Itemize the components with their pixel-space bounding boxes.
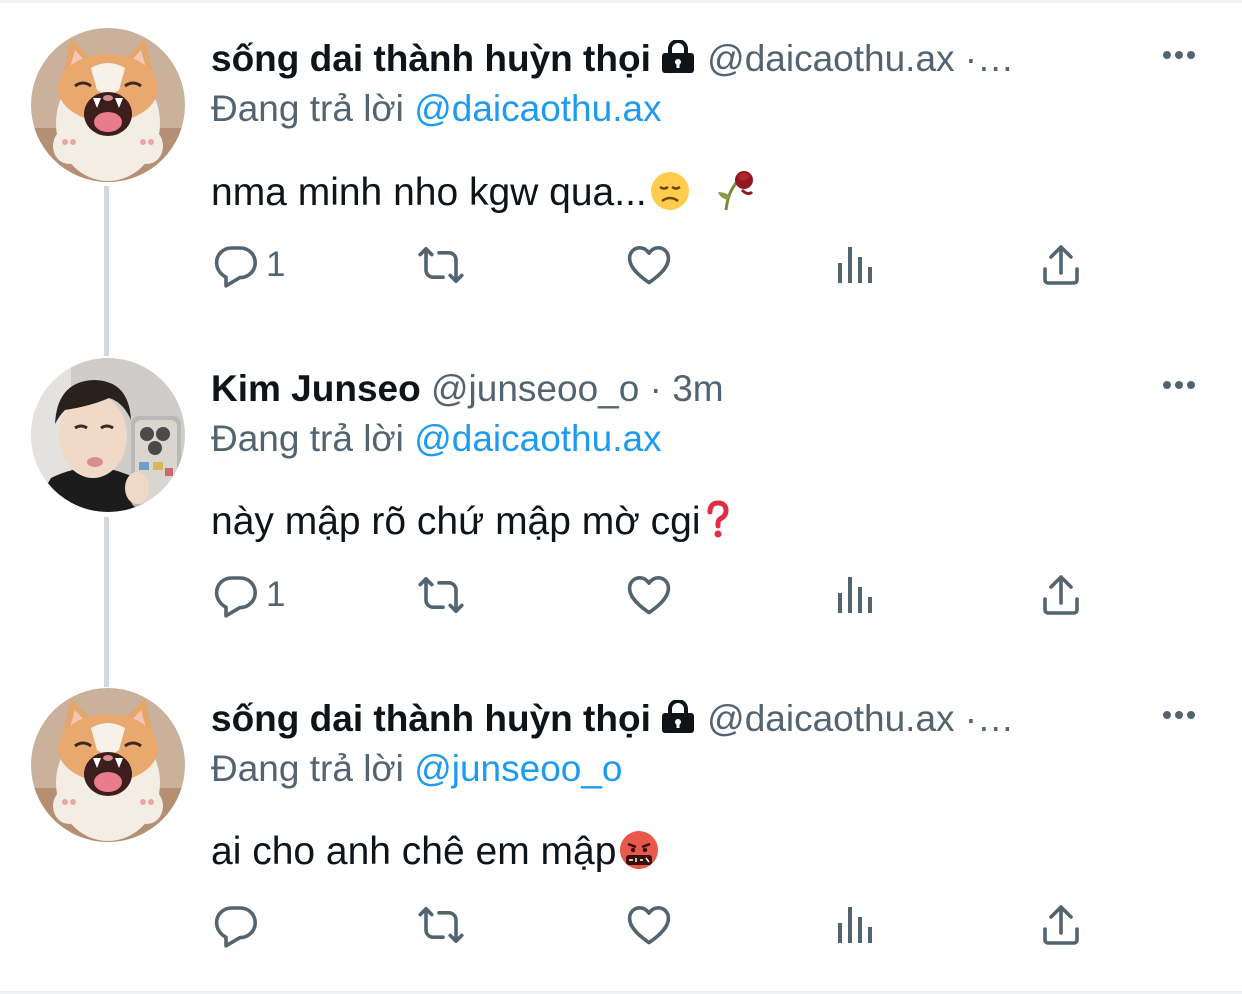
views-button[interactable]	[832, 890, 880, 960]
share-button[interactable]	[1037, 230, 1085, 300]
share-icon	[1043, 575, 1079, 615]
replying-to: Đang trả lời @junseoo_o	[211, 744, 623, 794]
share-button[interactable]	[1037, 560, 1085, 630]
tweet-header: sống dai thành huỳn thọi @daicaothu.ax ·…	[211, 34, 1171, 87]
separator: ·	[954, 38, 978, 79]
like-button[interactable]	[625, 890, 673, 960]
display-name[interactable]: Kim Junseo	[211, 368, 421, 409]
wilted-flower-icon	[712, 166, 758, 226]
share-icon	[1043, 245, 1079, 285]
separator: ·	[639, 368, 673, 409]
timestamp[interactable]: 3m	[672, 368, 723, 409]
lock-icon	[659, 37, 697, 87]
face-with-symbols-icon	[618, 829, 660, 885]
tweet[interactable]: sống dai thành huỳn thọi @daicaothu.ax ·…	[0, 0, 1242, 330]
share-button[interactable]	[1037, 890, 1085, 960]
views-button[interactable]	[832, 560, 880, 630]
mention-link[interactable]: @daicaothu.ax	[414, 418, 661, 459]
like-icon	[627, 906, 671, 945]
like-button[interactable]	[625, 560, 673, 630]
red-question-mark-icon	[703, 499, 733, 555]
tweet-header: Kim Junseo @junseoo_o · 3m	[211, 364, 1171, 414]
replying-prefix: Đang trả lời	[211, 418, 404, 459]
avatar[interactable]	[31, 688, 185, 842]
tweet[interactable]: sống dai thành huỳn thọi @daicaothu.ax ·…	[0, 660, 1242, 990]
reply-button[interactable]: 1	[212, 230, 285, 300]
retweet-button[interactable]	[417, 560, 465, 630]
retweet-button[interactable]	[417, 890, 465, 960]
replying-prefix: Đang trả lời	[211, 748, 404, 789]
mention-link[interactable]: @daicaothu.ax	[414, 88, 661, 129]
replying-to: Đang trả lời @daicaothu.ax	[211, 414, 662, 464]
more-icon[interactable]	[1158, 40, 1200, 70]
reply-button[interactable]	[212, 890, 266, 960]
retweet-icon	[418, 907, 464, 943]
disappointed-face-icon	[649, 170, 691, 226]
retweet-icon	[418, 247, 464, 283]
reply-icon	[214, 246, 257, 288]
tweet[interactable]: Kim Junseo @junseoo_o · 3m Đang trả lời …	[0, 330, 1242, 660]
tweet-header: sống dai thành huỳn thọi @daicaothu.ax ·…	[211, 694, 1171, 747]
more-icon[interactable]	[1158, 370, 1200, 400]
replying-prefix: Đang trả lời	[211, 88, 404, 129]
share-icon	[1043, 905, 1079, 945]
cat-avatar-image	[31, 28, 185, 182]
action-bar	[0, 890, 1242, 960]
like-icon	[627, 246, 671, 285]
avatar[interactable]	[31, 28, 185, 182]
views-icon	[838, 247, 872, 283]
tweet-text-content: này mập rõ chứ mập mờ cgi	[211, 500, 701, 543]
truncation: …	[977, 698, 1015, 739]
reply-button[interactable]: 1	[212, 560, 285, 630]
reply-count: 1	[266, 245, 286, 284]
tweet-text-content: ai cho anh chê em mập	[211, 830, 617, 873]
like-button[interactable]	[625, 230, 673, 300]
reply-icon	[214, 576, 257, 618]
views-icon	[838, 577, 872, 613]
handle[interactable]: @daicaothu.ax	[707, 38, 954, 79]
tweet-text: này mập rõ chứ mập mờ cgi	[211, 496, 733, 555]
retweet-icon	[418, 577, 464, 613]
views-icon	[838, 907, 872, 943]
handle[interactable]: @daicaothu.ax	[707, 698, 954, 739]
like-icon	[627, 576, 671, 615]
mention-link[interactable]: @junseoo_o	[414, 748, 622, 789]
avatar[interactable]	[31, 358, 185, 512]
cat-avatar-image	[31, 688, 185, 842]
action-bar: 1	[0, 230, 1242, 300]
display-name[interactable]: sống dai thành huỳn thọi	[211, 698, 651, 739]
tweet-text: ai cho anh chê em mập	[211, 826, 660, 885]
action-bar: 1	[0, 560, 1242, 630]
replying-to: Đang trả lời @daicaothu.ax	[211, 84, 662, 134]
handle[interactable]: @junseoo_o	[431, 368, 639, 409]
more-icon[interactable]	[1158, 700, 1200, 730]
person-avatar-image	[31, 358, 185, 512]
retweet-button[interactable]	[417, 230, 465, 300]
tweet-text: nma minh nho kgw qua...	[211, 166, 758, 226]
display-name[interactable]: sống dai thành huỳn thọi	[211, 38, 651, 79]
reply-count: 1	[266, 575, 286, 614]
reply-icon	[214, 906, 257, 948]
separator: ·	[954, 698, 978, 739]
truncation: …	[977, 38, 1015, 79]
views-button[interactable]	[832, 230, 880, 300]
tweet-text-content: nma minh nho kgw qua...	[211, 171, 647, 214]
lock-icon	[659, 697, 697, 747]
